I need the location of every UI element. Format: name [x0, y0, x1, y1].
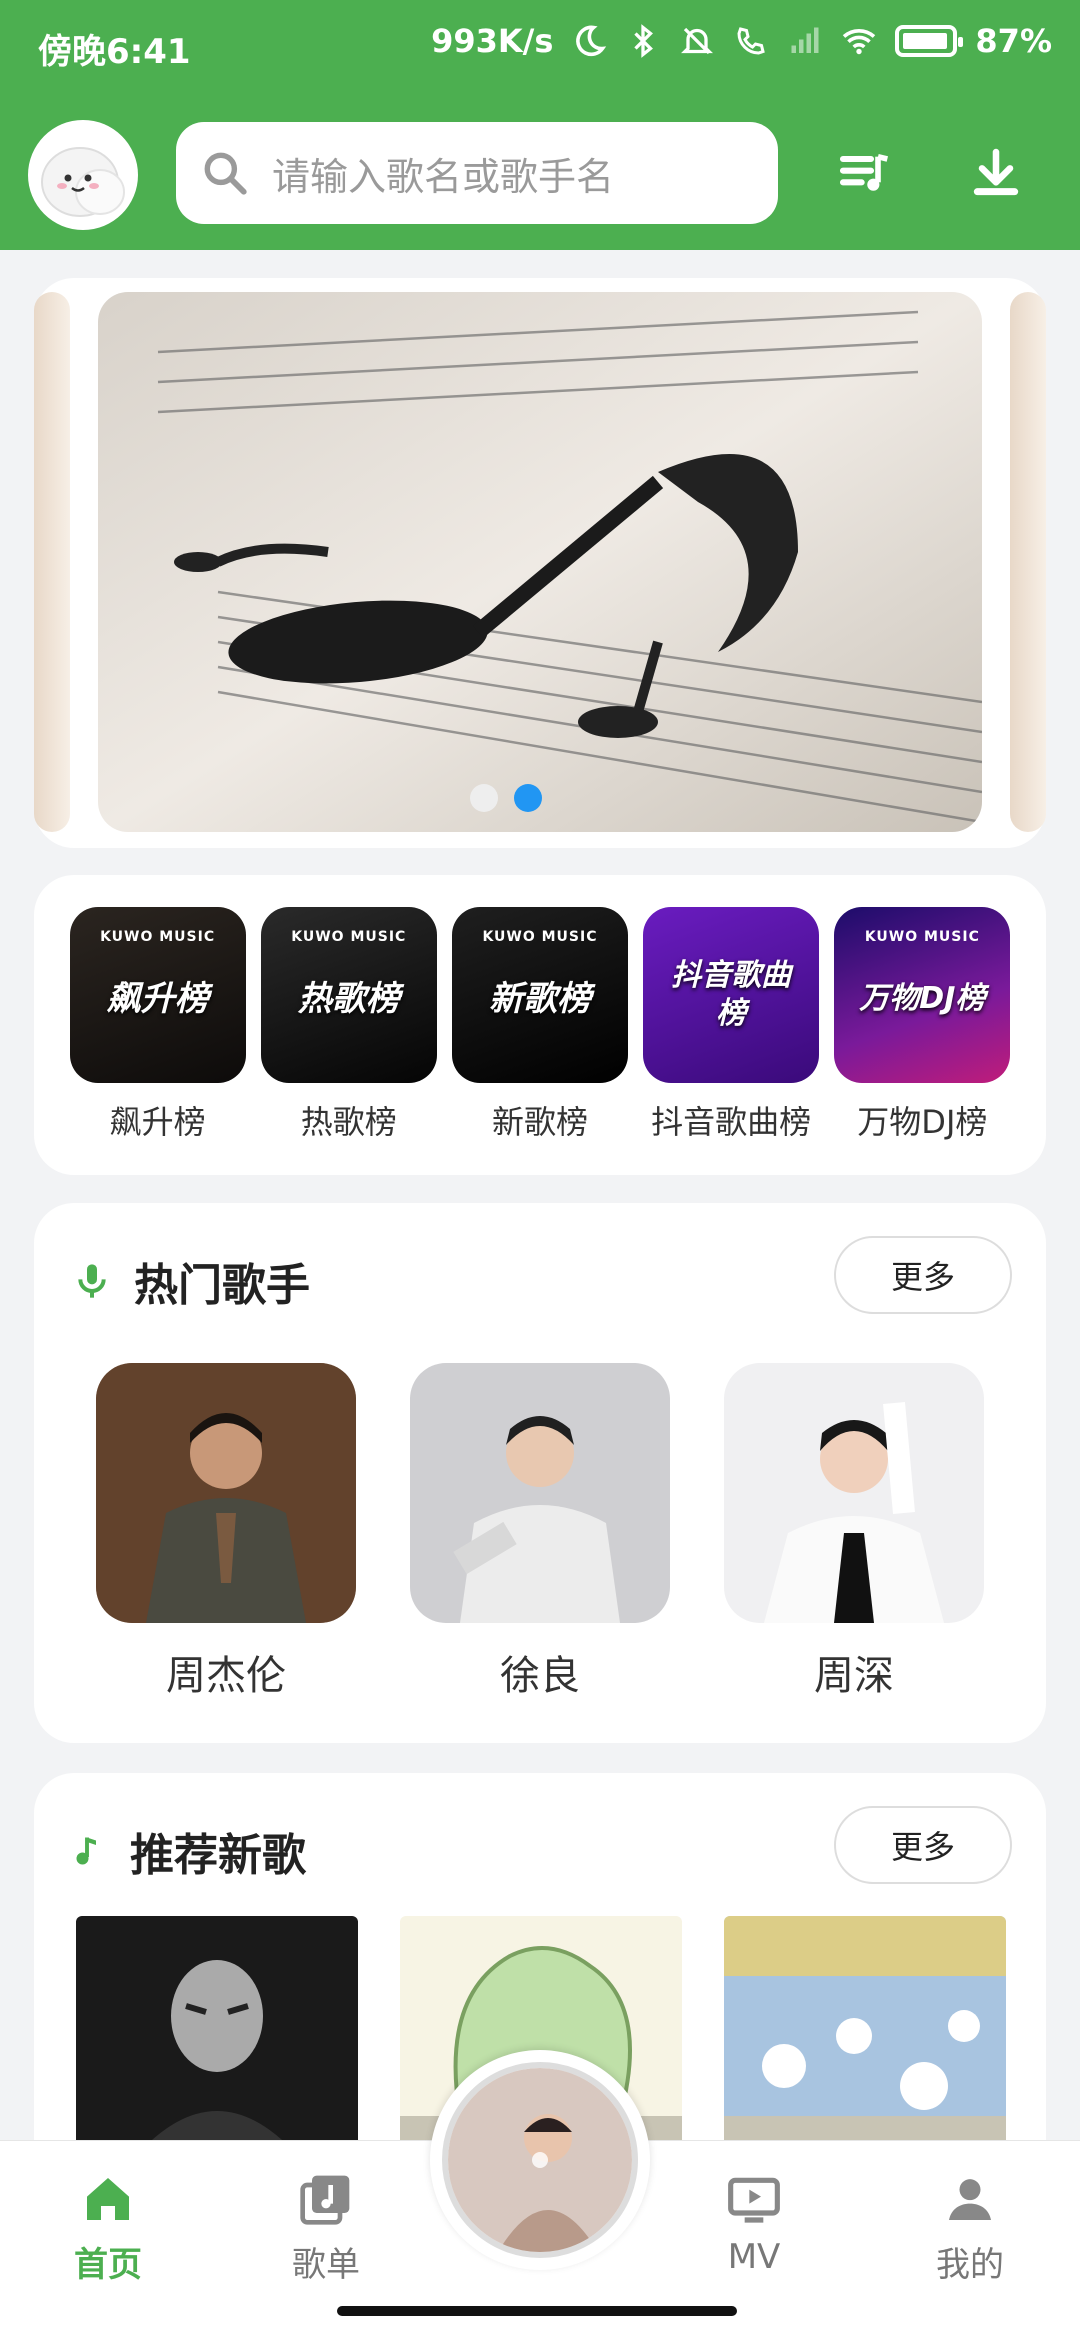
chart-cover-title: 热歌榜 [297, 978, 400, 1019]
nav-playlist[interactable]: 歌单 [256, 2171, 396, 2286]
banner-dot-active[interactable] [514, 784, 542, 812]
music-album-icon [300, 2175, 350, 2225]
microphone-icon [78, 1264, 106, 1298]
logo-mascot-icon [41, 147, 125, 217]
nav-label: 歌单 [292, 2245, 360, 2285]
battery-icon [895, 25, 964, 57]
chart-item-hot[interactable]: KUWO MUSIC 热歌榜 热歌榜 [260, 907, 437, 1175]
net-speed: 993K/s [431, 22, 554, 60]
singer-name: 周深 [814, 1653, 894, 1699]
chart-brand: KUWO MUSIC [291, 929, 407, 945]
chart-brand: KUWO MUSIC [100, 929, 216, 945]
chart-cover-title: 抖音歌曲榜 [671, 958, 792, 1031]
person-icon [949, 2179, 991, 2220]
nav-label: 首页 [74, 2245, 142, 2285]
section-title: 推荐新歌 [130, 1830, 306, 1881]
singer-photo [724, 1363, 984, 1623]
chart-label: 抖音歌曲榜 [651, 1103, 812, 1141]
download-icon [973, 148, 1019, 196]
singer-card[interactable]: 徐良 [410, 1363, 670, 1701]
signal-icon [791, 27, 819, 53]
banner-next-peek[interactable] [1010, 292, 1046, 832]
song-cover[interactable] [724, 1916, 1006, 2156]
status-bar: 傍晚6:41 993K/s 87% [0, 0, 1080, 95]
status-right: 993K/s 87% [431, 22, 1052, 60]
banner-indicator [470, 784, 542, 812]
banner-dot[interactable] [470, 784, 498, 812]
singer-name: 徐良 [500, 1653, 580, 1699]
hot-singers-section: 热门歌手 更多 周杰伦 徐良 周深 [34, 1203, 1046, 1743]
charts-section: KUWO MUSIC 飙升榜 飙升榜 KUWO MUSIC 热歌榜 热歌榜 KU… [34, 875, 1046, 1175]
banner-image[interactable] [98, 292, 982, 832]
chart-cover: 抖音歌曲榜 [643, 907, 820, 1083]
app-logo[interactable] [28, 120, 138, 230]
search-bar[interactable]: 请输入歌名或歌手名 [176, 122, 778, 224]
nav-mine[interactable]: 我的 [900, 2171, 1040, 2286]
bell-muted-icon [681, 27, 714, 55]
search-placeholder: 请输入歌名或歌手名 [272, 154, 615, 199]
chart-label: 万物DJ榜 [857, 1103, 988, 1141]
chart-label: 热歌榜 [300, 1103, 397, 1141]
tv-play-icon [728, 2177, 780, 2223]
chart-brand: KUWO MUSIC [864, 929, 980, 945]
music-note-icon [76, 1837, 96, 1865]
chart-item-dj[interactable]: KUWO MUSIC 万物DJ榜 万物DJ榜 [834, 907, 1011, 1175]
chart-cover: KUWO MUSIC 万物DJ榜 [834, 907, 1011, 1083]
chart-cover-title: 飙升榜 [106, 978, 209, 1019]
nav-home[interactable]: 首页 [38, 2171, 178, 2286]
music-note-photo [98, 292, 982, 832]
chart-brand: KUWO MUSIC [482, 929, 598, 945]
more-songs-button[interactable]: 更多 [834, 1806, 1012, 1884]
chart-cover: KUWO MUSIC 新歌榜 [451, 907, 628, 1083]
singer-card[interactable]: 周杰伦 [96, 1363, 356, 1701]
now-playing-cover [442, 2062, 638, 2258]
chart-item-douyin[interactable]: 抖音歌曲榜 抖音歌曲榜 [643, 907, 820, 1175]
chart-item-new[interactable]: KUWO MUSIC 新歌榜 新歌榜 [451, 907, 628, 1175]
chart-cover-title: 新歌榜 [488, 978, 591, 1019]
home-icon [87, 2178, 129, 2220]
banner-prev-peek[interactable] [34, 292, 70, 832]
song-cover[interactable] [76, 1916, 358, 2156]
now-playing-disc[interactable] [430, 2050, 650, 2270]
section-header: 热门歌手 [72, 1249, 310, 1313]
wifi-icon [843, 29, 876, 55]
singer-card[interactable]: 周深 [724, 1363, 984, 1701]
status-time: 傍晚6:41 [38, 32, 191, 72]
playlist-button[interactable] [826, 135, 902, 211]
singer-name: 周杰伦 [166, 1653, 286, 1699]
nav-mv[interactable]: MV [684, 2171, 824, 2277]
search-icon [204, 152, 247, 195]
bluetooth-icon [634, 24, 654, 58]
section-header: 推荐新歌 [72, 1819, 306, 1883]
chart-cover: KUWO MUSIC 热歌榜 [260, 907, 437, 1083]
nav-label: MV [727, 2237, 781, 2277]
chart-item-soaring[interactable]: KUWO MUSIC 飙升榜 飙升榜 [69, 907, 246, 1175]
chart-cover-title: 万物DJ榜 [859, 981, 986, 1016]
singer-photo [96, 1363, 356, 1623]
top-app-bar: 傍晚6:41 993K/s 87% 请输入歌名或歌手名 [0, 0, 1080, 250]
banner-card [34, 278, 1046, 848]
chart-cover: KUWO MUSIC 飙升榜 [69, 907, 246, 1083]
nav-label: 我的 [936, 2245, 1004, 2285]
battery-percent: 87% [975, 22, 1052, 60]
more-singers-button[interactable]: 更多 [834, 1236, 1012, 1314]
download-button[interactable] [958, 135, 1034, 211]
section-title: 热门歌手 [134, 1260, 310, 1311]
chart-label: 飙升榜 [109, 1103, 206, 1141]
singer-photo [410, 1363, 670, 1623]
chart-label: 新歌榜 [491, 1103, 588, 1141]
playlist-icon [839, 153, 889, 191]
home-indicator[interactable] [337, 2306, 737, 2316]
moon-icon [576, 25, 607, 57]
call-muted-icon [737, 27, 766, 55]
